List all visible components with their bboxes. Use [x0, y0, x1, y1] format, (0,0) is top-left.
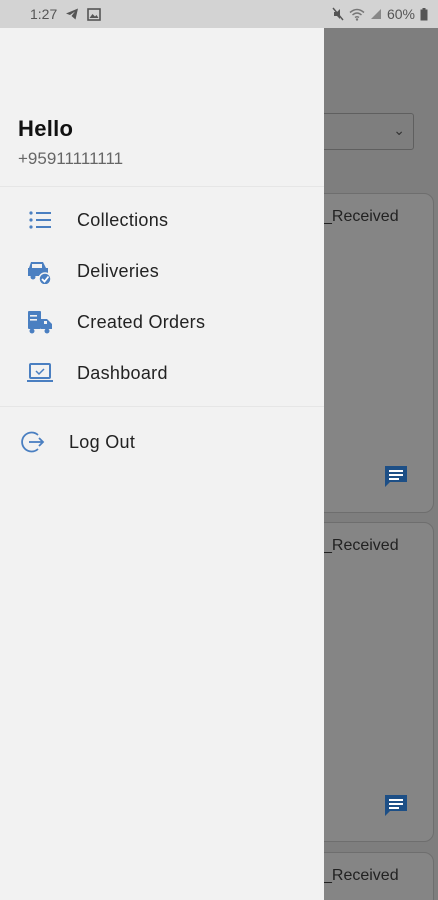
- truck-icon: [26, 308, 54, 336]
- status-left: 1:27: [30, 6, 102, 22]
- menu-item-collections[interactable]: Collections: [0, 197, 324, 243]
- menu-item-label: Created Orders: [77, 311, 206, 332]
- logout-icon: [18, 428, 46, 456]
- greeting: Hello: [18, 116, 74, 141]
- user-phone: +95911111111: [18, 149, 124, 168]
- wifi-icon: [349, 8, 365, 21]
- chevron-down-icon: ⌄: [393, 122, 405, 138]
- status-right: 60%: [332, 6, 428, 22]
- menu-item-created-orders[interactable]: Created Orders: [0, 299, 324, 345]
- comment-icon: [385, 795, 407, 816]
- menu-item-deliveries[interactable]: Deliveries: [0, 248, 324, 294]
- order-status: _Received: [323, 537, 399, 554]
- telegram-icon: [66, 8, 79, 20]
- menu-item-label: Deliveries: [77, 260, 160, 281]
- divider: [0, 186, 324, 187]
- menu-item-label: Dashboard: [77, 362, 168, 383]
- order-status: _Received: [323, 208, 399, 225]
- laptop-icon: [26, 359, 54, 387]
- status-bar: 1:27 60%: [0, 0, 438, 28]
- mute-icon: [332, 7, 344, 21]
- logout-button[interactable]: Log Out: [0, 419, 324, 465]
- divider: [0, 406, 324, 407]
- clock: 1:27: [30, 6, 58, 22]
- comment-icon: [385, 466, 407, 487]
- image-icon: [87, 7, 102, 21]
- logout-label: Log Out: [69, 431, 136, 452]
- battery-percent: 60%: [386, 6, 415, 22]
- menu-item-label: Collections: [77, 209, 169, 230]
- list-icon: [26, 206, 54, 234]
- menu-item-dashboard[interactable]: Dashboard: [0, 350, 324, 396]
- battery-icon: [420, 7, 428, 20]
- navigation-drawer: Hello +95911111111 Collections Deliverie…: [0, 28, 324, 900]
- order-status: _Received: [323, 867, 399, 884]
- delivery-car-icon: [26, 257, 54, 285]
- signal-icon: [370, 9, 381, 19]
